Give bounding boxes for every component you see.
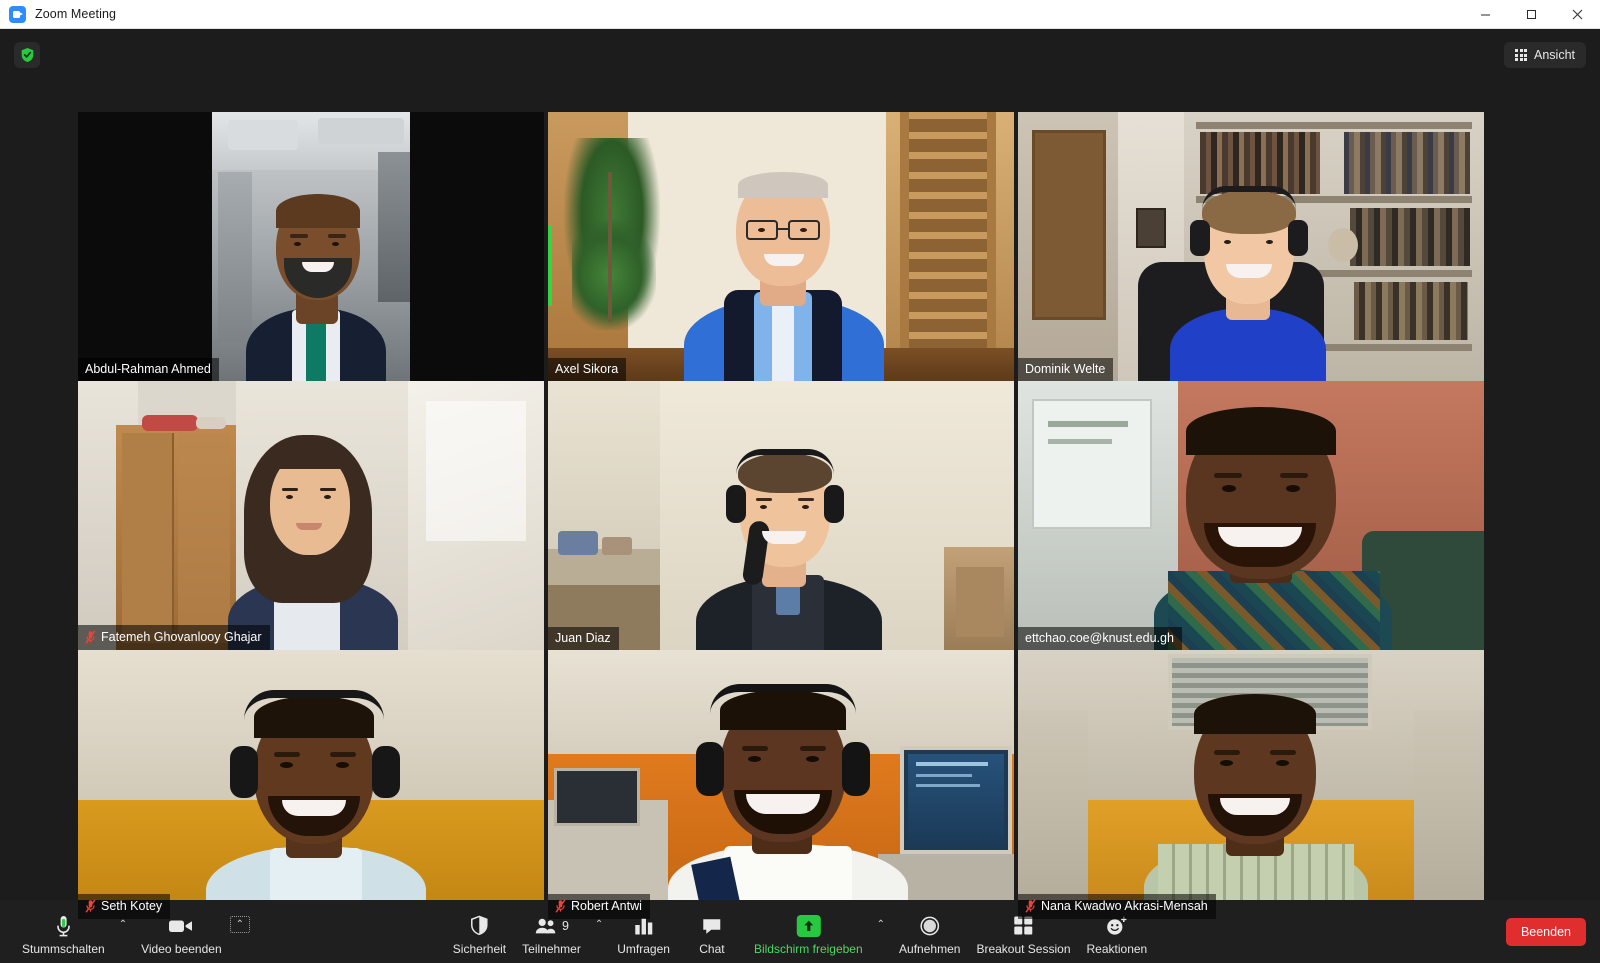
polls-button-label: Umfragen — [617, 941, 670, 956]
participants-button-label: Teilnehmer — [522, 941, 581, 956]
participant-name-badge: Abdul-Rahman Ahmed — [78, 357, 219, 381]
audio-options-caret[interactable]: ⌃ — [113, 919, 133, 930]
audio-level-indicator — [548, 224, 552, 306]
participant-name-badge: Seth Kotey — [78, 894, 171, 919]
shield-icon — [470, 913, 489, 939]
video-tile-active-speaker[interactable]: Axel Sikora — [548, 112, 1014, 381]
participant-name-badge: Nana Kwadwo Akrasi-Mensah — [1018, 894, 1216, 919]
close-button[interactable] — [1554, 0, 1600, 29]
participant-name-badge: ettchao.coe@knust.edu.gh — [1018, 626, 1182, 650]
record-button-label: Aufnehmen — [899, 941, 961, 956]
muted-microphone-icon — [555, 899, 566, 913]
participant-name: Fatemeh Ghovanlooy Ghajar — [101, 629, 262, 644]
share-screen-icon — [796, 913, 821, 939]
participant-name-badge: Dominik Welte — [1018, 357, 1114, 381]
video-tile[interactable]: Robert Antwi — [548, 650, 1014, 919]
speech-bubble-icon — [701, 913, 723, 939]
video-options-caret[interactable]: ⌃ — [229, 915, 251, 933]
video-tile[interactable]: Nana Kwadwo Akrasi-Mensah — [1018, 650, 1484, 919]
zoom-logo-icon — [9, 5, 26, 23]
shield-check-icon[interactable] — [14, 42, 40, 68]
participant-name-badge: Axel Sikora — [548, 357, 627, 381]
video-tile[interactable]: ettchao.coe@knust.edu.gh — [1018, 381, 1484, 650]
security-button[interactable]: Sicherheit — [445, 908, 514, 956]
video-tile[interactable]: Seth Kotey — [78, 650, 544, 919]
record-button[interactable]: Aufnehmen — [891, 908, 968, 956]
breakout-session-button-label: Breakout Session — [976, 941, 1071, 956]
participants-options-caret[interactable]: ⌃ — [589, 919, 609, 930]
record-circle-icon — [919, 913, 941, 939]
share-options-caret[interactable]: ⌃ — [871, 919, 891, 930]
share-screen-button-label: Bildschirm freigeben — [753, 941, 863, 956]
video-tile[interactable]: Fatemeh Ghovanlooy Ghajar — [78, 381, 544, 650]
video-grid: Abdul-Rahman Ahmed Axel Sikora Dominik W… — [78, 112, 1490, 919]
video-tile[interactable]: Abdul-Rahman Ahmed — [78, 112, 544, 381]
participant-name: Dominik Welte — [1025, 361, 1106, 376]
participant-name: Nana Kwadwo Akrasi-Mensah — [1041, 898, 1208, 913]
video-camera-icon — [168, 913, 194, 939]
toolbar-right-group: Beenden — [1505, 917, 1600, 946]
chat-button-label: Chat — [699, 941, 725, 956]
muted-microphone-icon — [85, 899, 96, 913]
video-tile[interactable]: Juan Diaz — [548, 381, 1014, 650]
participants-count: 9 — [562, 918, 569, 933]
participant-name: ettchao.coe@knust.edu.gh — [1025, 630, 1174, 645]
view-button-label: Ansicht — [1534, 48, 1575, 62]
muted-microphone-icon — [85, 630, 96, 644]
microphone-icon — [55, 913, 72, 939]
participant-name-badge: Juan Diaz — [548, 626, 619, 650]
security-button-label: Sicherheit — [452, 941, 507, 956]
stage-top-bar: Ansicht — [0, 29, 1600, 81]
participant-name: Seth Kotey — [101, 898, 163, 913]
end-meeting-button[interactable]: Beenden — [1505, 917, 1586, 946]
muted-microphone-icon — [1025, 899, 1036, 913]
reactions-button-label: Reaktionen — [1086, 941, 1148, 956]
participant-name: Robert Antwi — [571, 898, 642, 913]
window-controls — [1462, 0, 1600, 29]
view-button[interactable]: Ansicht — [1504, 42, 1586, 68]
participant-name: Juan Diaz — [555, 630, 611, 645]
participant-name-badge: Robert Antwi — [548, 894, 650, 919]
grid-view-icon — [1515, 49, 1527, 61]
share-screen-button[interactable]: Bildschirm freigeben — [746, 908, 871, 956]
window-title: Zoom Meeting — [35, 7, 117, 21]
participant-name: Axel Sikora — [555, 361, 619, 376]
participant-name-badge: Fatemeh Ghovanlooy Ghajar — [78, 625, 270, 650]
window-title-bar: Zoom Meeting — [0, 0, 1600, 29]
video-button-label: Video beenden — [141, 941, 222, 956]
maximize-button[interactable] — [1508, 0, 1554, 29]
meeting-toolbar: Stummschalten ⌃ Video beenden ⌃ Sicherhe… — [0, 900, 1600, 963]
chat-button[interactable]: Chat — [678, 908, 746, 956]
meeting-stage: Ansicht Abdul-Rahman Ahmed Axel Sikora D… — [0, 29, 1600, 919]
video-tile[interactable]: Dominik Welte — [1018, 112, 1484, 381]
mute-button-label: Stummschalten — [22, 941, 105, 956]
minimize-button[interactable] — [1462, 0, 1508, 29]
participant-name: Abdul-Rahman Ahmed — [85, 361, 211, 376]
